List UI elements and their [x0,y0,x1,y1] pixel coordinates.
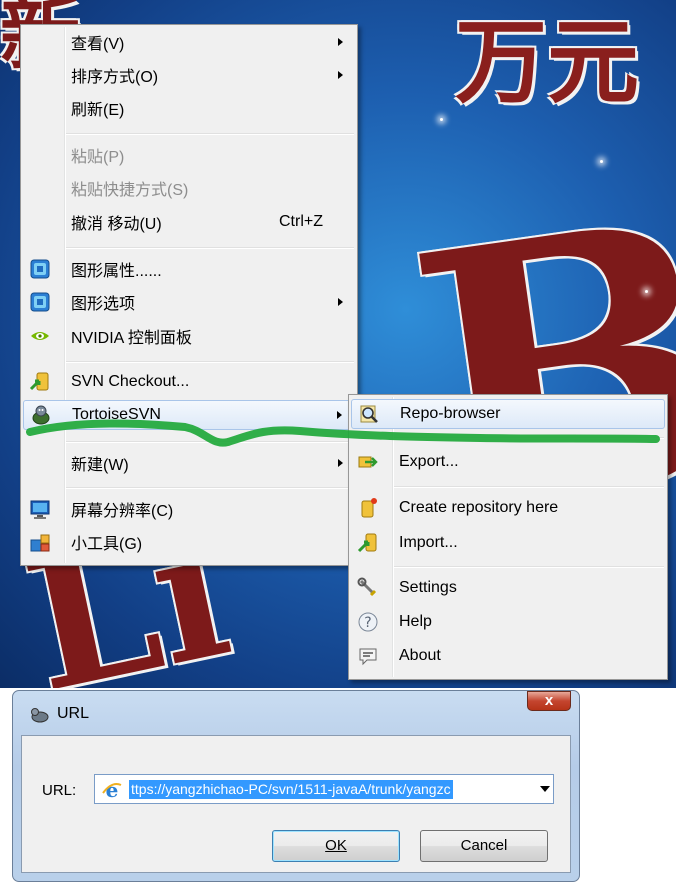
url-label: URL: [42,782,77,799]
internet-explorer-icon: e [102,779,122,801]
dialog-title: URL [57,705,90,722]
close-icon: x [544,692,554,709]
dropdown-arrow-icon[interactable] [540,786,550,792]
green-annotation-stroke [26,419,660,447]
url-combobox[interactable]: e ttps://yangzhichao-PC/svn/1511-javaA/t… [94,774,554,804]
url-dialog: URL x URL: e ttps://yangzhichao-PC/svn/1… [12,690,580,882]
cancel-button-label: Cancel [460,837,508,854]
svg-text:e: e [106,779,119,801]
tortoisesvn-icon [31,708,49,723]
url-input[interactable]: ttps://yangzhichao-PC/svn/1511-javaA/tru… [129,780,453,799]
ok-button-label: OK [325,837,347,854]
dialog-body: URL: e ttps://yangzhichao-PC/svn/1511-ja… [21,735,571,873]
close-button[interactable]: x [527,691,571,711]
ok-button[interactable]: OK [272,830,400,862]
cancel-button[interactable]: Cancel [420,830,548,862]
